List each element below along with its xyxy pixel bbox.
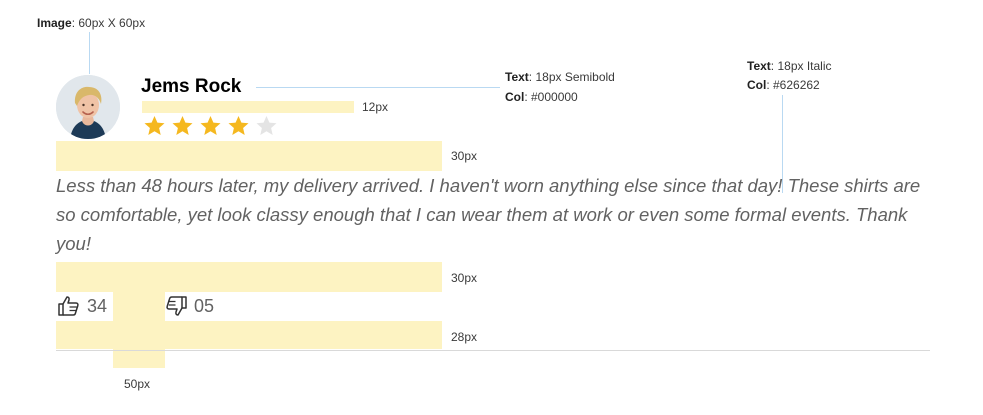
spacer-30px-bottom (56, 262, 442, 292)
annotation-gap-50: 50px (124, 377, 151, 391)
dislike-button[interactable]: 05 (164, 294, 214, 318)
avatar-image (56, 75, 120, 139)
annotation-review-text: Text: 18px Italic (747, 59, 832, 73)
annotation-gap-30-bottom: 30px (451, 271, 478, 285)
spacer-50px (113, 292, 165, 368)
thumbs-down-icon (166, 296, 187, 316)
star-rating (142, 114, 279, 138)
thumbs-up-icon (58, 296, 79, 316)
annotation-gap-12: 12px (362, 100, 389, 114)
annotation-line-name (256, 87, 500, 88)
dislike-count: 05 (194, 295, 215, 316)
star-icon (200, 116, 221, 135)
avatar (56, 75, 120, 139)
divider (56, 350, 930, 351)
like-count: 34 (87, 295, 108, 316)
annotation-line-image (89, 32, 90, 74)
annotation-gap-30-top: 30px (451, 149, 478, 163)
annotation-gap-28: 28px (451, 330, 478, 344)
annotation-image: Image: 60px X 60px (37, 16, 146, 30)
star-icon (228, 116, 249, 135)
star-icon (172, 116, 193, 135)
author-name: Jems Rock (141, 76, 242, 97)
spacer-12px (142, 101, 354, 113)
annotation-name-text: Text: 18px Semibold (505, 70, 615, 84)
review-text: Less than 48 hours later, my delivery ar… (56, 175, 921, 254)
annotation-name-col: Col: #000000 (505, 90, 578, 104)
star-icon (144, 116, 165, 135)
star-icon (256, 116, 277, 135)
spacer-30px-top (56, 141, 442, 171)
like-button[interactable]: 34 (57, 294, 107, 318)
annotation-review-col: Col: #626262 (747, 78, 820, 92)
